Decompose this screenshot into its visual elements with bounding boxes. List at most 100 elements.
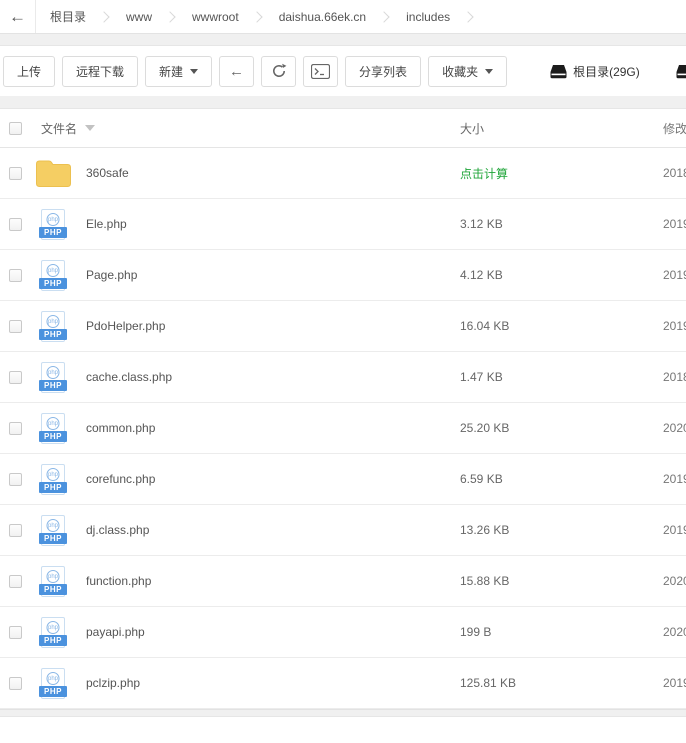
php-file-icon: phpPHP <box>41 566 65 597</box>
file-size: 199 B <box>460 625 663 639</box>
row-checkbox[interactable] <box>9 626 22 639</box>
row-checkbox[interactable] <box>9 473 22 486</box>
php-circle-label: php <box>47 672 60 685</box>
select-all-checkbox[interactable] <box>9 122 22 135</box>
row-checkbox[interactable] <box>9 167 22 180</box>
php-file-icon: phpPHP <box>41 260 65 291</box>
php-circle-label: php <box>47 417 60 430</box>
php-circle-label: php <box>47 213 60 226</box>
file-list: 360safe 点击计算 2018 phpPHP Ele.php 3.12 KB… <box>0 148 686 709</box>
back-button[interactable]: ← <box>219 56 254 87</box>
breadcrumb-item[interactable]: daishua.66ek.cn <box>265 10 370 24</box>
file-modified: 2019 <box>663 676 686 690</box>
row-checkbox[interactable] <box>9 677 22 690</box>
folder-icon <box>35 159 72 188</box>
file-name[interactable]: payapi.php <box>86 625 145 639</box>
file-icon: phpPHP <box>33 308 73 344</box>
file-modified: 2019 <box>663 217 686 231</box>
upload-button[interactable]: 上传 <box>3 56 55 87</box>
file-row: phpPHP dj.class.php 13.26 KB 2019 <box>0 505 686 556</box>
breadcrumb-item[interactable]: 根目录 <box>36 8 90 25</box>
file-row: 360safe 点击计算 2018 <box>0 148 686 199</box>
file-icon: phpPHP <box>33 461 73 497</box>
file-icon: phpPHP <box>33 257 73 293</box>
row-checkbox[interactable] <box>9 269 22 282</box>
row-checkbox[interactable] <box>9 575 22 588</box>
column-header-filename[interactable]: 文件名 <box>41 120 77 137</box>
breadcrumb-item[interactable]: includes <box>392 10 454 24</box>
file-row: phpPHP function.php 15.88 KB 2020 <box>0 556 686 607</box>
table-header: 文件名 大小 修改 <box>0 109 686 148</box>
php-file-icon: phpPHP <box>41 617 65 648</box>
file-name[interactable]: Ele.php <box>86 217 127 231</box>
file-name[interactable]: 360safe <box>86 166 129 180</box>
toolbar: 上传 远程下载 新建 ← 分享列表 收藏夹 根目录(29G) <box>0 46 686 96</box>
chevron-right-icon <box>164 11 175 22</box>
row-checkbox[interactable] <box>9 422 22 435</box>
new-menu-button-label: 新建 <box>159 63 183 80</box>
file-name[interactable]: Page.php <box>86 268 137 282</box>
breadcrumb-items: 根目录 www wwwroot daishua.66ek.cn includes <box>36 0 476 33</box>
row-checkbox[interactable] <box>9 218 22 231</box>
chevron-down-icon <box>485 69 493 74</box>
file-icon: phpPHP <box>33 512 73 548</box>
file-row: phpPHP common.php 25.20 KB 2020 <box>0 403 686 454</box>
new-menu-button[interactable]: 新建 <box>145 56 212 87</box>
php-file-icon: phpPHP <box>41 668 65 699</box>
remote-download-button[interactable]: 远程下载 <box>62 56 138 87</box>
php-circle-label: php <box>47 570 60 583</box>
disk-root-label: 根目录(29G) <box>573 63 640 80</box>
column-header-size[interactable]: 大小 <box>460 120 663 137</box>
row-checkbox[interactable] <box>9 524 22 537</box>
file-size: 4.12 KB <box>460 268 663 282</box>
file-icon: phpPHP <box>33 410 73 446</box>
file-modified: 2019 <box>663 268 686 282</box>
column-header-modified[interactable]: 修改 <box>663 120 686 137</box>
php-badge-label: PHP <box>39 533 67 544</box>
file-modified: 2019 <box>663 472 686 486</box>
upload-button-label: 上传 <box>17 63 41 80</box>
php-badge-label: PHP <box>39 380 67 391</box>
sort-down-icon[interactable] <box>85 125 95 131</box>
file-name[interactable]: corefunc.php <box>86 472 155 486</box>
share-list-button[interactable]: 分享列表 <box>345 56 421 87</box>
remote-download-button-label: 远程下载 <box>76 63 124 80</box>
file-name[interactable]: common.php <box>86 421 155 435</box>
calculate-size-link[interactable]: 点击计算 <box>460 165 663 182</box>
hard-drive-icon <box>550 64 567 79</box>
file-row: phpPHP payapi.php 199 B 2020 <box>0 607 686 658</box>
file-row: phpPHP corefunc.php 6.59 KB 2019 <box>0 454 686 505</box>
refresh-button[interactable] <box>261 56 296 87</box>
php-circle-label: php <box>47 315 60 328</box>
php-file-icon: phpPHP <box>41 362 65 393</box>
disk-root[interactable]: 根目录(29G) <box>550 63 640 80</box>
file-size: 125.81 KB <box>460 676 663 690</box>
breadcrumb-item[interactable]: www <box>112 10 156 24</box>
php-badge-label: PHP <box>39 584 67 595</box>
file-icon <box>33 155 73 191</box>
php-badge-label: PHP <box>39 431 67 442</box>
row-checkbox[interactable] <box>9 371 22 384</box>
terminal-button[interactable] <box>303 56 338 87</box>
favorites-button-label: 收藏夹 <box>442 63 478 80</box>
chevron-right-icon <box>462 11 473 22</box>
php-badge-label: PHP <box>39 278 67 289</box>
php-file-icon: phpPHP <box>41 311 65 342</box>
favorites-button[interactable]: 收藏夹 <box>428 56 507 87</box>
file-name[interactable]: dj.class.php <box>86 523 149 537</box>
file-size: 25.20 KB <box>460 421 663 435</box>
disk-data[interactable]: /data(5 <box>676 64 686 79</box>
file-name[interactable]: cache.class.php <box>86 370 172 384</box>
back-arrow-icon[interactable]: ← <box>0 0 36 33</box>
file-size: 13.26 KB <box>460 523 663 537</box>
hard-drive-icon <box>676 64 686 79</box>
file-name[interactable]: function.php <box>86 574 151 588</box>
file-name[interactable]: pclzip.php <box>86 676 140 690</box>
breadcrumb: ← 根目录 www wwwroot daishua.66ek.cn includes <box>0 0 686 34</box>
breadcrumb-item[interactable]: wwwroot <box>178 10 243 24</box>
file-modified: 2019 <box>663 523 686 537</box>
row-checkbox[interactable] <box>9 320 22 333</box>
file-name[interactable]: PdoHelper.php <box>86 319 165 333</box>
php-circle-label: php <box>47 621 60 634</box>
php-file-icon: phpPHP <box>41 515 65 546</box>
